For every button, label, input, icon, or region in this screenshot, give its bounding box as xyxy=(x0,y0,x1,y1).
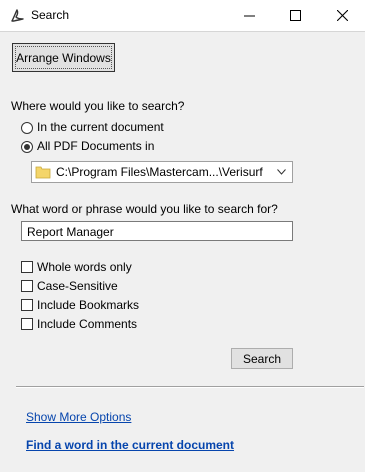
acrobat-icon xyxy=(11,9,24,22)
window-title: Search xyxy=(31,8,70,22)
radio-all-pdf-documents[interactable] xyxy=(21,141,33,153)
search-button-label: Search xyxy=(242,351,282,366)
checkbox-case-sensitive[interactable] xyxy=(21,280,33,292)
folder-icon xyxy=(35,166,51,179)
title-bar: Search xyxy=(0,0,365,32)
checkbox-whole-words[interactable] xyxy=(21,261,33,273)
search-input-value: Report Manager xyxy=(27,225,114,239)
search-button[interactable]: Search xyxy=(231,348,293,369)
find-word-link[interactable]: Find a word in the current document xyxy=(26,438,234,452)
checkbox-include-comments-label[interactable]: Include Comments xyxy=(37,317,137,331)
search-input[interactable]: Report Manager xyxy=(21,221,293,241)
minimize-button[interactable] xyxy=(231,0,267,31)
close-button[interactable] xyxy=(324,0,360,31)
checkbox-include-comments[interactable] xyxy=(21,318,33,330)
checkbox-whole-words-label[interactable]: Whole words only xyxy=(37,260,132,274)
what-prompt: What word or phrase would you like to se… xyxy=(11,202,278,216)
radio-current-document-label[interactable]: In the current document xyxy=(37,120,164,134)
close-icon xyxy=(337,10,348,21)
checkbox-include-bookmarks-label[interactable]: Include Bookmarks xyxy=(37,298,139,312)
where-prompt: Where would you like to search? xyxy=(11,99,185,113)
radio-current-document[interactable] xyxy=(21,122,33,134)
folder-path: C:\Program Files\Mastercam...\Verisurf xyxy=(56,165,263,179)
maximize-icon xyxy=(290,10,301,21)
maximize-button[interactable] xyxy=(277,0,313,31)
divider xyxy=(16,386,364,388)
checkbox-case-sensitive-label[interactable]: Case-Sensitive xyxy=(37,279,118,293)
arrange-windows-label: Arrange Windows xyxy=(16,50,111,65)
show-more-options-link[interactable]: Show More Options xyxy=(26,410,131,424)
chevron-down-icon xyxy=(277,169,286,175)
arrange-windows-button[interactable]: Arrange Windows xyxy=(12,43,115,72)
folder-dropdown[interactable]: C:\Program Files\Mastercam...\Verisurf xyxy=(31,161,293,183)
checkbox-include-bookmarks[interactable] xyxy=(21,299,33,311)
minimize-icon xyxy=(244,15,255,17)
radio-all-pdf-documents-label[interactable]: All PDF Documents in xyxy=(37,139,154,153)
